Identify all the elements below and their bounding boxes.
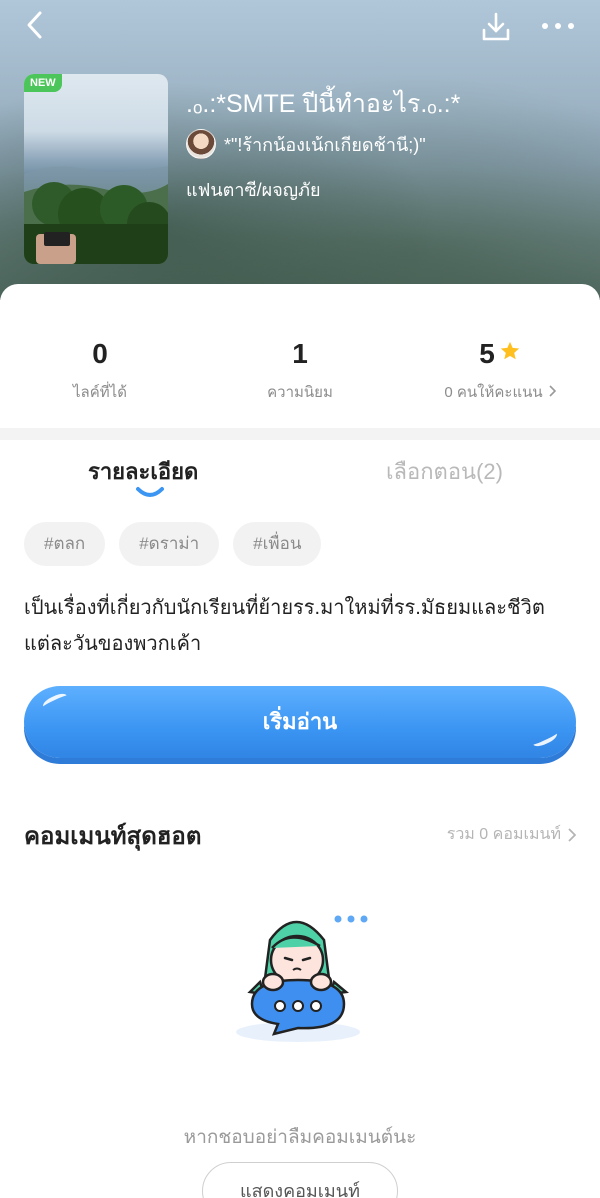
story-detail-panel: 0 ไลค์ที่ได้ 1 ความนิยม 5 0 คนให้คะแนน ร… xyxy=(0,284,600,1198)
chevron-right-icon xyxy=(568,827,576,842)
likes-value: 0 xyxy=(92,338,108,369)
story-title: .ₒ.:*SMTE ปีนี้ทำอะไร.ₒ.:* xyxy=(186,90,461,118)
active-tab-indicator xyxy=(136,487,164,497)
popularity-value: 1 xyxy=(292,338,308,369)
author-name[interactable]: *"!ร้ากน้องเน้กเกียดช้านี;)" xyxy=(224,130,426,159)
hot-comments-title: คอมเมนท์สุดฮอต xyxy=(24,823,202,850)
star-icon xyxy=(500,341,519,360)
more-dots-icon xyxy=(542,23,574,29)
show-comments-button[interactable]: แสดงคอมเมนท์ xyxy=(202,1162,398,1198)
tag-comedy[interactable]: #ตลก xyxy=(24,522,106,566)
likes-stat: 0 ไลค์ที่ได้ xyxy=(0,334,200,404)
tag-drama[interactable]: #ดราม่า xyxy=(119,522,220,566)
empty-comments-text: หากชอบอย่าลืมคอมเมนต์นะ xyxy=(183,1127,417,1148)
chevron-right-icon xyxy=(548,384,556,401)
author-avatar[interactable] xyxy=(186,129,216,159)
start-reading-button[interactable]: เริ่มอ่าน xyxy=(24,686,576,758)
story-genre: แฟนตาซี/ผจญภัย xyxy=(186,180,321,200)
likes-label: ไลค์ที่ได้ xyxy=(73,384,127,401)
stats-row: 0 ไลค์ที่ได้ 1 ความนิยม 5 0 คนให้คะแนน xyxy=(0,334,600,414)
chevron-left-icon xyxy=(27,11,42,39)
rating-value: 5 xyxy=(479,338,495,369)
more-button[interactable] xyxy=(540,14,576,38)
new-badge: NEW xyxy=(24,74,62,92)
button-gloss-highlight xyxy=(531,728,559,750)
download-icon xyxy=(482,12,510,41)
download-button[interactable] xyxy=(480,10,512,44)
start-reading-label: เริ่มอ่าน xyxy=(262,709,338,734)
cover-landscape-illustration xyxy=(24,166,168,264)
rating-value-row: 5 xyxy=(400,334,600,374)
popularity-stat: 1 ความนิยม xyxy=(200,334,400,404)
story-cover-image: NEW xyxy=(24,74,168,264)
rating-label-row: 0 คนให้คะแนน xyxy=(400,380,600,404)
tag-friends[interactable]: #เพื่อน xyxy=(233,522,322,566)
rating-label: 0 คนให้คะแนน xyxy=(444,384,543,401)
story-synopsis: เป็นเรื่องที่เกี่ยวกับนักเรียนที่ย้ายรร.… xyxy=(24,597,545,655)
all-comments-link[interactable]: รวม 0 คอมเมนท์ xyxy=(447,822,576,847)
section-divider xyxy=(0,428,600,440)
author-row[interactable]: *"!ร้ากน้องเน้กเกียดช้านี;)" xyxy=(186,128,426,160)
comments-total: รวม 0 คอมเมนท์ xyxy=(446,826,561,843)
tab-episodes[interactable]: เลือกตอน(2) xyxy=(386,454,526,489)
empty-comments-mascot-illustration xyxy=(236,915,368,1042)
rating-stat[interactable]: 5 0 คนให้คะแนน xyxy=(400,334,600,404)
button-gloss-highlight xyxy=(41,690,69,712)
back-button[interactable] xyxy=(22,8,52,42)
popularity-label: ความนิยม xyxy=(267,384,333,401)
tag-list: #ตลก #ดราม่า #เพื่อน xyxy=(24,522,322,566)
